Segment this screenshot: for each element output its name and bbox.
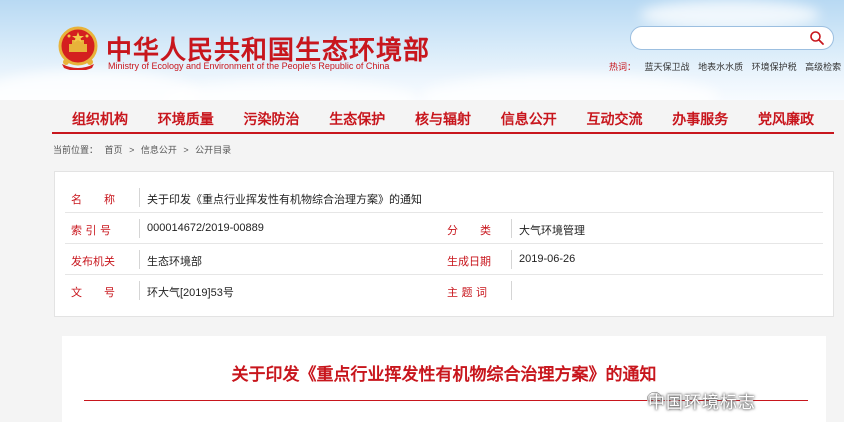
info-row-issuer: 发布机关 生态环境部 生成日期 2019-06-26: [65, 244, 823, 275]
divider: [511, 281, 512, 300]
nav-item-services[interactable]: 办事服务: [672, 109, 728, 129]
category-value: 大气环境管理: [519, 225, 585, 237]
breadcrumb-item-disclosure[interactable]: 信息公开: [141, 145, 177, 155]
name-value: 关于印发《重点行业挥发性有机物综合治理方案》的通知: [147, 194, 422, 206]
watermark-text: 中国环境标志: [648, 393, 756, 413]
nav-item-information-disclosure[interactable]: 信息公开: [501, 109, 557, 129]
divider: [511, 219, 512, 238]
index-value: 000014672/2019-00889: [147, 222, 264, 234]
cloud-decoration: [420, 74, 720, 100]
doc-no-value: 环大气[2019]53号: [147, 287, 234, 299]
nav-item-ecological-protection[interactable]: 生态保护: [329, 109, 385, 129]
national-emblem-icon[interactable]: [58, 26, 98, 70]
cloud-decoration: [160, 80, 420, 100]
info-row-name: 名 称 关于印发《重点行业挥发性有机物综合治理方案》的通知: [65, 182, 823, 213]
date-value: 2019-06-26: [519, 253, 576, 265]
index-label: 索 引 号: [71, 224, 111, 237]
breadcrumb-item-home[interactable]: 首页: [105, 145, 123, 155]
document-info-panel: 名 称 关于印发《重点行业挥发性有机物综合治理方案》的通知 索 引 号 0000…: [54, 171, 834, 317]
main-nav: 组织机构 环境质量 污染防治 生态保护 核与辐射 信息公开 互动交流 办事服务 …: [52, 106, 834, 134]
breadcrumb-separator: >: [129, 145, 135, 155]
issuer-value: 生态环境部: [147, 256, 202, 268]
date-label: 生成日期: [447, 255, 491, 268]
name-label: 名 称: [71, 193, 115, 206]
nav-item-nuclear-radiation[interactable]: 核与辐射: [415, 109, 471, 129]
divider: [511, 250, 512, 269]
hot-topic-link[interactable]: 环境保护税: [752, 62, 797, 72]
article-title: 关于印发《重点行业挥发性有机物综合治理方案》的通知: [231, 365, 657, 385]
breadcrumb-separator: >: [183, 145, 189, 155]
nav-item-pollution-control[interactable]: 污染防治: [244, 109, 300, 129]
doc-no-label: 文 号: [71, 286, 115, 299]
divider: [139, 219, 140, 238]
divider: [139, 250, 140, 269]
nav-item-organization[interactable]: 组织机构: [72, 109, 128, 129]
subject-label: 主 题 词: [447, 286, 487, 299]
hot-topics-label: 热词：: [609, 62, 637, 72]
search-icon[interactable]: [809, 30, 825, 46]
info-row-index: 索 引 号 000014672/2019-00889 分 类 大气环境管理: [65, 213, 823, 244]
divider: [139, 188, 140, 207]
breadcrumb-item-catalog[interactable]: 公开目录: [195, 145, 231, 155]
advanced-search-link[interactable]: 高级检索: [805, 62, 841, 72]
hot-topic-link[interactable]: 地表水水质: [698, 62, 743, 72]
breadcrumb-prefix: 当前位置：: [53, 145, 99, 155]
issuer-label: 发布机关: [71, 255, 115, 268]
nav-item-interaction[interactable]: 互动交流: [587, 109, 643, 129]
nav-item-party-integrity[interactable]: 党风廉政: [758, 109, 814, 129]
hot-topic-link[interactable]: 蓝天保卫战: [645, 62, 690, 72]
category-label: 分 类: [447, 224, 491, 237]
nav-item-environment-quality[interactable]: 环境质量: [158, 109, 214, 129]
divider: [139, 281, 140, 300]
breadcrumb: 当前位置： 首页 > 信息公开 > 公开目录: [53, 143, 235, 156]
site-subtitle: Ministry of Ecology and Environment of t…: [108, 61, 390, 71]
site-header: 中华人民共和国生态环境部 Ministry of Ecology and Env…: [0, 0, 844, 100]
info-row-doc-no: 文 号 环大气[2019]53号 主 题 词: [65, 275, 823, 306]
search-input[interactable]: [630, 26, 834, 50]
hot-topics: 热词： 蓝天保卫战 地表水水质 环境保护税 高级检索: [609, 60, 841, 73]
